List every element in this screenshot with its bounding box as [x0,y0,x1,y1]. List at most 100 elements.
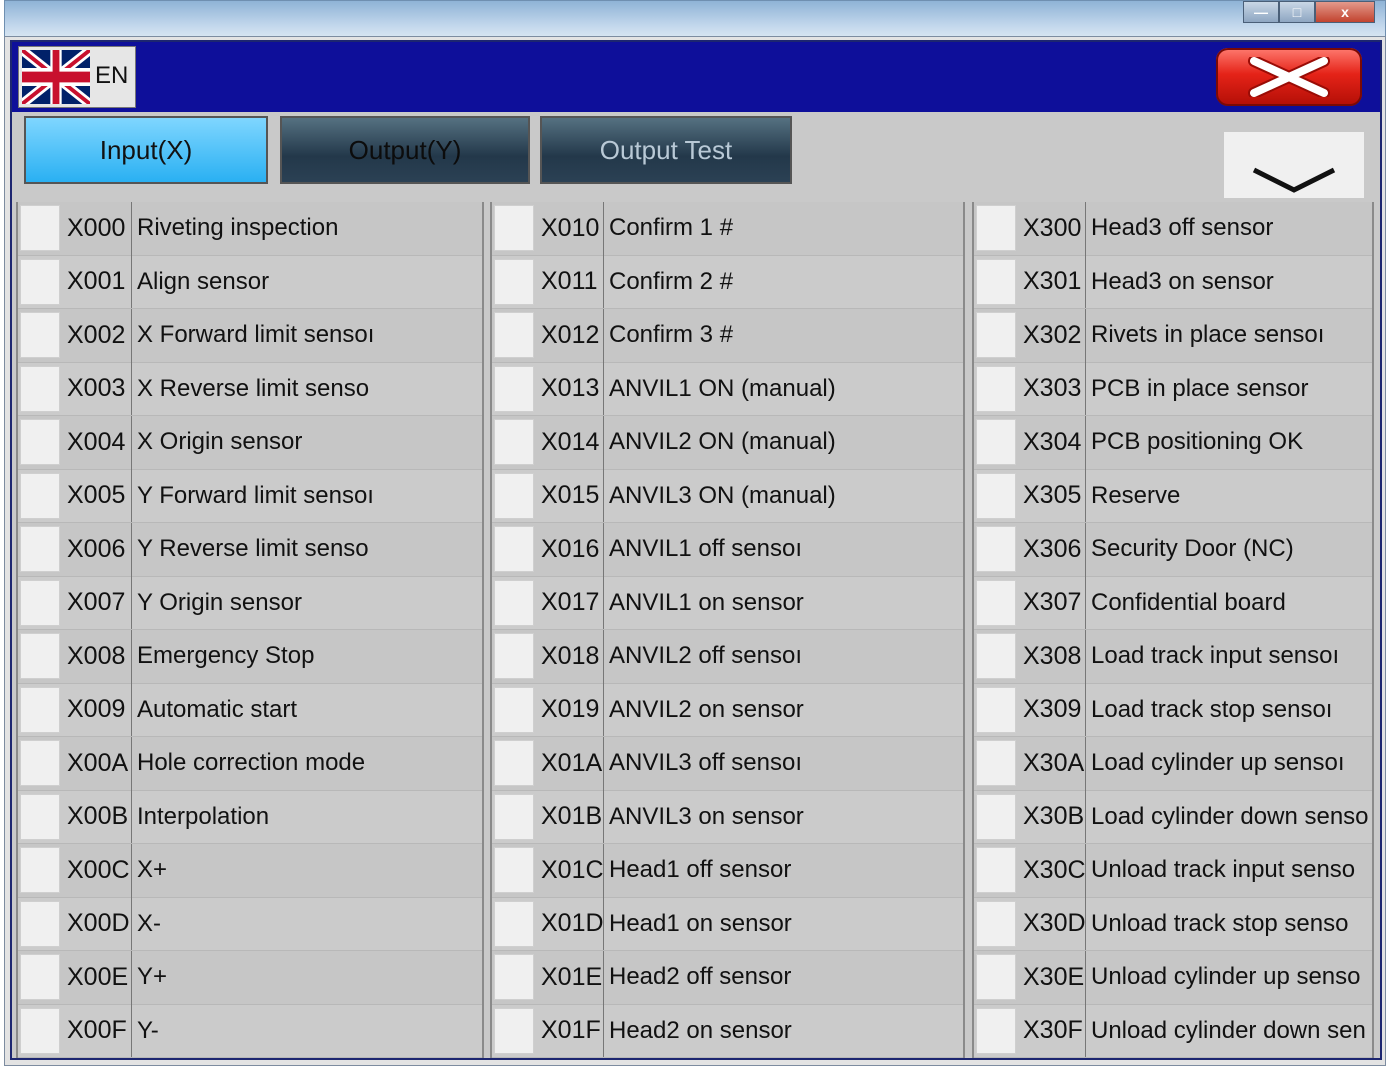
status-indicator [20,740,60,787]
io-row: X00C X+ [18,843,482,898]
io-row: X304 PCB positioning OK [974,415,1372,470]
minimize-icon: — [1254,4,1268,20]
io-address: X002 [60,308,132,362]
io-row: X300 Head3 off sensor [974,201,1372,256]
status-indicator [976,579,1016,626]
close-icon [1248,57,1330,97]
io-description: ANVIL1 ON (manual) [609,374,836,402]
io-row: X30F Unload cylinder down sen [974,1004,1372,1058]
io-address: X007 [60,576,132,630]
io-description: X Origin sensor [137,428,303,456]
io-description: Confirm 2 # [609,267,734,295]
io-description: Y+ [137,963,168,991]
io-description: Head1 on sensor [609,909,792,937]
io-row: X003 X Reverse limit senso [18,362,482,416]
io-description: Automatic start [137,695,298,723]
io-row: X01C Head1 off sensor [492,843,963,898]
status-indicator [20,258,60,305]
io-description: Unload cylinder up senso [1091,963,1361,991]
status-indicator [494,686,534,733]
io-description: Head3 off sensor [1091,214,1274,242]
io-address: X00E [60,950,132,1004]
scroll-down-button[interactable] [1224,132,1364,198]
io-address: X00B [60,790,132,844]
status-indicator [494,312,534,359]
tab-output[interactable]: Output(Y) [280,116,530,184]
io-description: ANVIL2 ON (manual) [609,428,836,456]
io-address: X003 [60,362,132,416]
io-address: X009 [60,683,132,737]
io-address: X302 [1016,308,1086,362]
io-address: X30C [1016,843,1086,897]
io-address: X300 [1016,201,1086,255]
app-header: EN [12,42,1380,112]
io-address: X30A [1016,736,1086,790]
io-row: X005 Y Forward limit sensoı [18,469,482,523]
io-address: X01F [534,1004,604,1058]
window-close-button[interactable]: x [1315,1,1375,23]
status-indicator [494,579,534,626]
io-row: X014 ANVIL2 ON (manual) [492,415,963,470]
maximize-button[interactable]: □ [1279,1,1315,23]
io-row: X017 ANVIL1 on sensor [492,576,963,630]
io-row: X01F Head2 on sensor [492,1004,963,1058]
io-address: X306 [1016,522,1086,576]
io-address: X304 [1016,415,1086,469]
io-description: Y Forward limit sensoı [137,481,374,509]
io-row: X01A ANVIL3 off sensoı [492,736,963,791]
io-row: X00F Y- [18,1004,482,1058]
status-indicator [494,793,534,840]
io-row: X013 ANVIL1 ON (manual) [492,362,963,416]
io-row: X002 X Forward limit sensoı [18,308,482,363]
status-indicator [20,847,60,894]
io-row: X01D Head1 on sensor [492,897,963,951]
status-indicator [976,1007,1016,1054]
app-close-button[interactable] [1216,48,1362,106]
status-indicator [20,954,60,1001]
io-description: Load track input sensoı [1091,642,1340,670]
io-address: X017 [534,576,604,630]
minimize-button[interactable]: — [1243,1,1279,23]
io-address: X01C [534,843,604,897]
io-description: Unload cylinder down sen [1091,1016,1366,1044]
io-row: X011 Confirm 2 # [492,255,963,309]
io-address: X308 [1016,629,1086,683]
io-description: PCB positioning OK [1091,428,1304,456]
maximize-icon: □ [1292,4,1302,20]
io-address: X01D [534,897,604,951]
status-indicator [494,740,534,787]
io-address: X00C [60,843,132,897]
io-address: X019 [534,683,604,737]
io-grid: X000 Riveting inspection X001 Align sensor X… [16,201,1374,1058]
io-row: X30D Unload track stop senso [974,897,1372,951]
language-selector[interactable]: EN [18,46,136,108]
io-row: X00D X- [18,897,482,951]
io-address: X014 [534,415,604,469]
io-address: X006 [60,522,132,576]
status-indicator [976,312,1016,359]
status-indicator [494,900,534,947]
status-indicator [976,365,1016,412]
status-indicator [20,365,60,412]
io-description: Head2 off sensor [609,963,792,991]
io-row: X30B Load cylinder down senso [974,790,1372,844]
status-indicator [20,526,60,573]
tab-output-test[interactable]: Output Test [540,116,792,184]
io-address: X303 [1016,362,1086,416]
language-code: EN [95,62,129,89]
status-indicator [976,205,1016,252]
io-row: X30A Load cylinder up sensoı [974,736,1372,791]
io-description: ANVIL2 on sensor [609,695,804,723]
status-indicator [976,258,1016,305]
io-description: Confirm 3 # [609,321,734,349]
io-address: X004 [60,415,132,469]
io-description: X Forward limit sensoı [137,321,375,349]
io-description: Load cylinder up sensoı [1091,749,1345,777]
io-description: Load track stop sensoı [1091,695,1333,723]
io-address: X309 [1016,683,1086,737]
io-row: X015 ANVIL3 ON (manual) [492,469,963,523]
io-row: X00E Y+ [18,950,482,1005]
status-indicator [976,472,1016,519]
tab-input[interactable]: Input(X) [24,116,268,184]
io-row: X30E Unload cylinder up senso [974,950,1372,1005]
